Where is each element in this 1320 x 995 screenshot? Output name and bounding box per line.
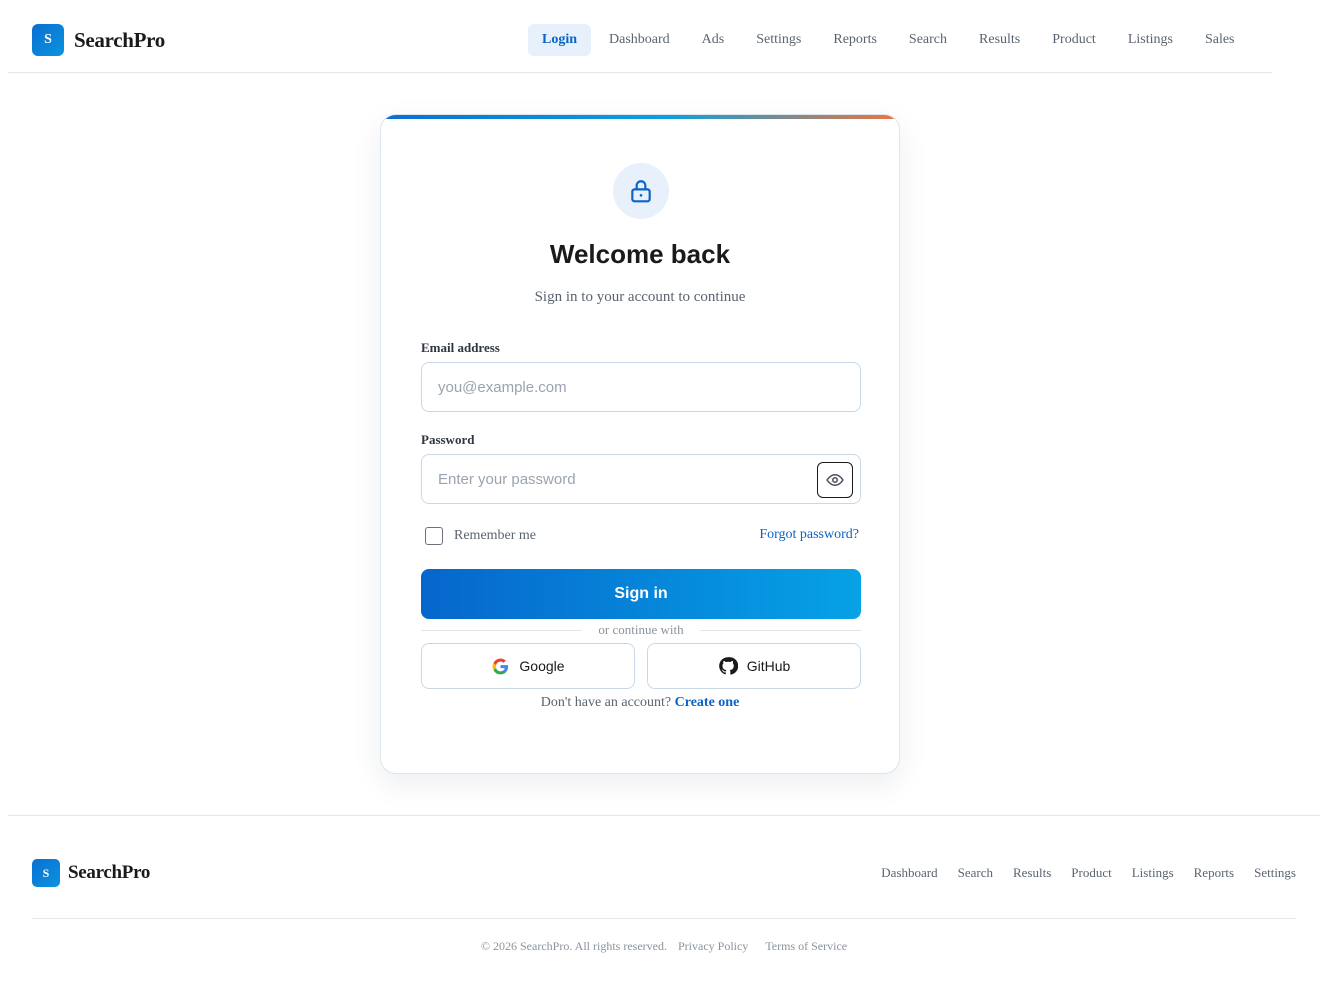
google-label: Google [519,658,565,674]
brand-name: SearchPro [74,27,166,52]
signup-prompt: Don't have an account? Create one [381,695,899,711]
privacy-policy-link[interactable]: Privacy Policy [678,939,748,953]
remember-me-label: Remember me [454,528,537,543]
footer-brand-name: SearchPro [68,862,151,883]
nav-item-login[interactable]: Login [528,24,592,56]
google-icon [493,658,509,674]
password-field[interactable] [421,454,861,504]
eye-icon [826,474,844,486]
footer-link-reports[interactable]: Reports [1194,865,1234,881]
footer-brand[interactable]: S SearchPro [32,859,150,887]
google-sign-in-button[interactable]: Google [421,643,635,689]
lock-icon [613,163,669,219]
brand[interactable]: S SearchPro [32,24,165,56]
nav-item-results[interactable]: Results [965,24,1034,56]
nav-item-product[interactable]: Product [1038,24,1110,56]
show-password-button[interactable] [817,462,853,498]
social-divider: or continue with [421,621,861,639]
footer-divider-top [8,815,1320,816]
nav-item-sales[interactable]: Sales [1191,24,1249,56]
footer-link-listings[interactable]: Listings [1132,865,1174,881]
login-card: Welcome back Sign in to your account to … [380,114,900,774]
site-header: S SearchPro Login Dashboard Ads Settings… [8,0,1272,73]
signup-prompt-text: Don't have an account? [540,695,672,710]
footer-divider [32,918,1296,919]
github-label: GitHub [746,658,791,674]
remember-me-checkbox[interactable] [425,527,443,545]
footer-link-results[interactable]: Results [1013,865,1051,881]
github-icon [718,657,738,675]
page-title: Welcome back [549,239,731,269]
divider-text: or continue with [582,622,700,637]
nav-item-search[interactable]: Search [895,24,961,56]
password-label: Password [421,432,475,447]
nav-item-listings[interactable]: Listings [1114,24,1187,56]
footer-legal: © 2026 SearchPro. All rights reserved. P… [0,939,1320,954]
copyright-text: © 2026 SearchPro. All rights reserved. [480,939,667,953]
nav-item-ads[interactable]: Ads [688,24,739,56]
footer-link-product[interactable]: Product [1071,865,1111,881]
nav-item-dashboard[interactable]: Dashboard [595,24,684,56]
nav-item-settings[interactable]: Settings [742,24,815,56]
logo-mark: S [32,24,64,56]
page-subtitle: Sign in to your account to continue [534,289,746,305]
github-sign-in-button[interactable]: GitHub [647,643,861,689]
footer-link-dashboard[interactable]: Dashboard [881,865,937,881]
footer-link-settings[interactable]: Settings [1254,865,1296,881]
create-account-link[interactable]: Create one [675,695,740,710]
nav-item-reports[interactable]: Reports [819,24,891,56]
email-field[interactable] [421,362,861,412]
card-accent-bar [381,115,899,119]
main-nav: Login Dashboard Ads Settings Reports Sea… [528,24,1253,56]
footer-logo-mark: S [32,859,60,887]
footer-nav: Dashboard Search Results Product Listing… [861,865,1296,881]
terms-of-service-link[interactable]: Terms of Service [765,939,847,953]
remember-me: Remember me [425,527,536,545]
footer-link-search[interactable]: Search [958,865,993,881]
sign-in-button[interactable]: Sign in [421,569,861,619]
email-label: Email address [421,340,500,355]
forgot-password-link[interactable]: Forgot password? [759,527,859,543]
